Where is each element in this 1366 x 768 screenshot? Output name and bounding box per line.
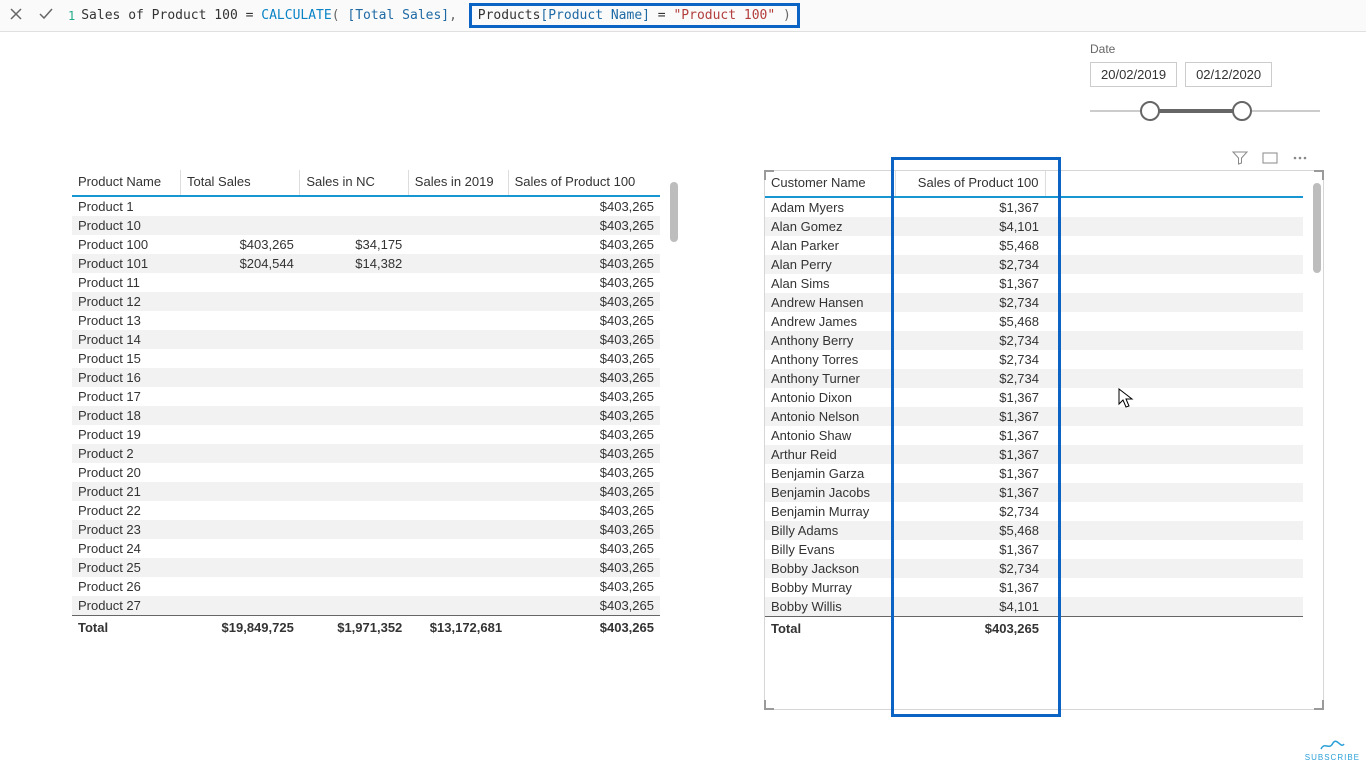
- table-row[interactable]: Alan Parker$5,468: [765, 236, 1303, 255]
- table-row[interactable]: Product 17$403,265: [72, 387, 660, 406]
- table-row[interactable]: Antonio Shaw$1,367: [765, 426, 1303, 445]
- table-row[interactable]: Anthony Torres$2,734: [765, 350, 1303, 369]
- date-to-input[interactable]: 02/12/2020: [1185, 62, 1272, 87]
- total-label: Total: [72, 616, 180, 640]
- col-customer-name[interactable]: Customer Name: [765, 171, 895, 197]
- table-row[interactable]: Product 18$403,265: [72, 406, 660, 425]
- table-row[interactable]: Anthony Turner$2,734: [765, 369, 1303, 388]
- table-row[interactable]: Product 25$403,265: [72, 558, 660, 577]
- table-row[interactable]: Alan Sims$1,367: [765, 274, 1303, 293]
- table-row[interactable]: Anthony Berry$2,734: [765, 331, 1303, 350]
- table-row[interactable]: Bobby Murray$1,367: [765, 578, 1303, 597]
- table-row[interactable]: Product 19$403,265: [72, 425, 660, 444]
- table-row[interactable]: Andrew Hansen$2,734: [765, 293, 1303, 312]
- table-row[interactable]: Antonio Dixon$1,367: [765, 388, 1303, 407]
- table-row[interactable]: Adam Myers$1,367: [765, 197, 1303, 217]
- cancel-icon[interactable]: [8, 6, 24, 25]
- table-row[interactable]: Product 11$403,265: [72, 273, 660, 292]
- table-row[interactable]: Product 24$403,265: [72, 539, 660, 558]
- focus-mode-icon[interactable]: [1262, 150, 1278, 169]
- visual-header: [1232, 150, 1308, 169]
- commit-icon[interactable]: [38, 6, 54, 25]
- table-row[interactable]: Product 100$403,265$34,175$403,265: [72, 235, 660, 254]
- table-row[interactable]: Billy Evans$1,367: [765, 540, 1303, 559]
- table-row[interactable]: Product 12$403,265: [72, 292, 660, 311]
- table-row[interactable]: Product 2$403,265: [72, 444, 660, 463]
- formula-filter-highlight: Products [ Product Name ] = "Product 100…: [469, 3, 800, 28]
- table-row[interactable]: Product 20$403,265: [72, 463, 660, 482]
- date-slicer[interactable]: Date 20/02/2019 02/12/2020: [1090, 42, 1340, 121]
- formula-bar: 1 Sales of Product 100 = CALCULATE ( [ T…: [0, 0, 1366, 32]
- date-slicer-label: Date: [1090, 42, 1340, 56]
- col-sales-2019[interactable]: Sales in 2019: [408, 170, 508, 196]
- total-label: Total: [765, 617, 895, 641]
- col-sales-p100[interactable]: Sales of Product 100: [508, 170, 660, 196]
- table-row[interactable]: Andrew James$5,468: [765, 312, 1303, 331]
- table-row[interactable]: Product 26$403,265: [72, 577, 660, 596]
- table-row[interactable]: Benjamin Garza$1,367: [765, 464, 1303, 483]
- table-row[interactable]: Product 27$403,265: [72, 596, 660, 616]
- table-row[interactable]: Billy Adams$5,468: [765, 521, 1303, 540]
- col-product-name[interactable]: Product Name: [72, 170, 180, 196]
- subscribe-watermark: SUBSCRIBE: [1305, 739, 1360, 762]
- table-row[interactable]: Product 14$403,265: [72, 330, 660, 349]
- table-row[interactable]: Bobby Jackson$2,734: [765, 559, 1303, 578]
- col-sales-p100[interactable]: Sales of Product 100: [895, 171, 1045, 197]
- table-row[interactable]: Product 101$204,544$14,382$403,265: [72, 254, 660, 273]
- scrollbar[interactable]: [670, 176, 678, 704]
- table-row[interactable]: Benjamin Murray$2,734: [765, 502, 1303, 521]
- table-row[interactable]: Benjamin Jacobs$1,367: [765, 483, 1303, 502]
- col-sales-nc[interactable]: Sales in NC: [300, 170, 408, 196]
- table-row[interactable]: Product 23$403,265: [72, 520, 660, 539]
- table-row[interactable]: Bobby Willis$4,101: [765, 597, 1303, 617]
- customer-sales-table[interactable]: Customer Name Sales of Product 100 Adam …: [764, 170, 1324, 710]
- table-row[interactable]: Arthur Reid$1,367: [765, 445, 1303, 464]
- date-from-input[interactable]: 20/02/2019: [1090, 62, 1177, 87]
- table-row[interactable]: Product 21$403,265: [72, 482, 660, 501]
- slider-handle-from[interactable]: [1140, 101, 1160, 121]
- table-row[interactable]: Product 1$403,265: [72, 196, 660, 216]
- table-row[interactable]: Product 16$403,265: [72, 368, 660, 387]
- table-row[interactable]: Alan Gomez$4,101: [765, 217, 1303, 236]
- table-row[interactable]: Product 13$403,265: [72, 311, 660, 330]
- table-row[interactable]: Alan Perry$2,734: [765, 255, 1303, 274]
- formula-input[interactable]: 1 Sales of Product 100 = CALCULATE ( [ T…: [68, 3, 800, 28]
- scrollbar[interactable]: [1313, 177, 1321, 703]
- product-sales-table[interactable]: Product Name Total Sales Sales in NC Sal…: [72, 170, 680, 710]
- date-slider[interactable]: [1090, 101, 1320, 121]
- table-row[interactable]: Product 15$403,265: [72, 349, 660, 368]
- filter-icon[interactable]: [1232, 150, 1248, 169]
- table-row[interactable]: Product 10$403,265: [72, 216, 660, 235]
- more-options-icon[interactable]: [1292, 150, 1308, 169]
- table-row[interactable]: Antonio Nelson$1,367: [765, 407, 1303, 426]
- table-row[interactable]: Product 22$403,265: [72, 501, 660, 520]
- line-number: 1: [68, 9, 75, 23]
- col-total-sales[interactable]: Total Sales: [180, 170, 299, 196]
- slider-handle-to[interactable]: [1232, 101, 1252, 121]
